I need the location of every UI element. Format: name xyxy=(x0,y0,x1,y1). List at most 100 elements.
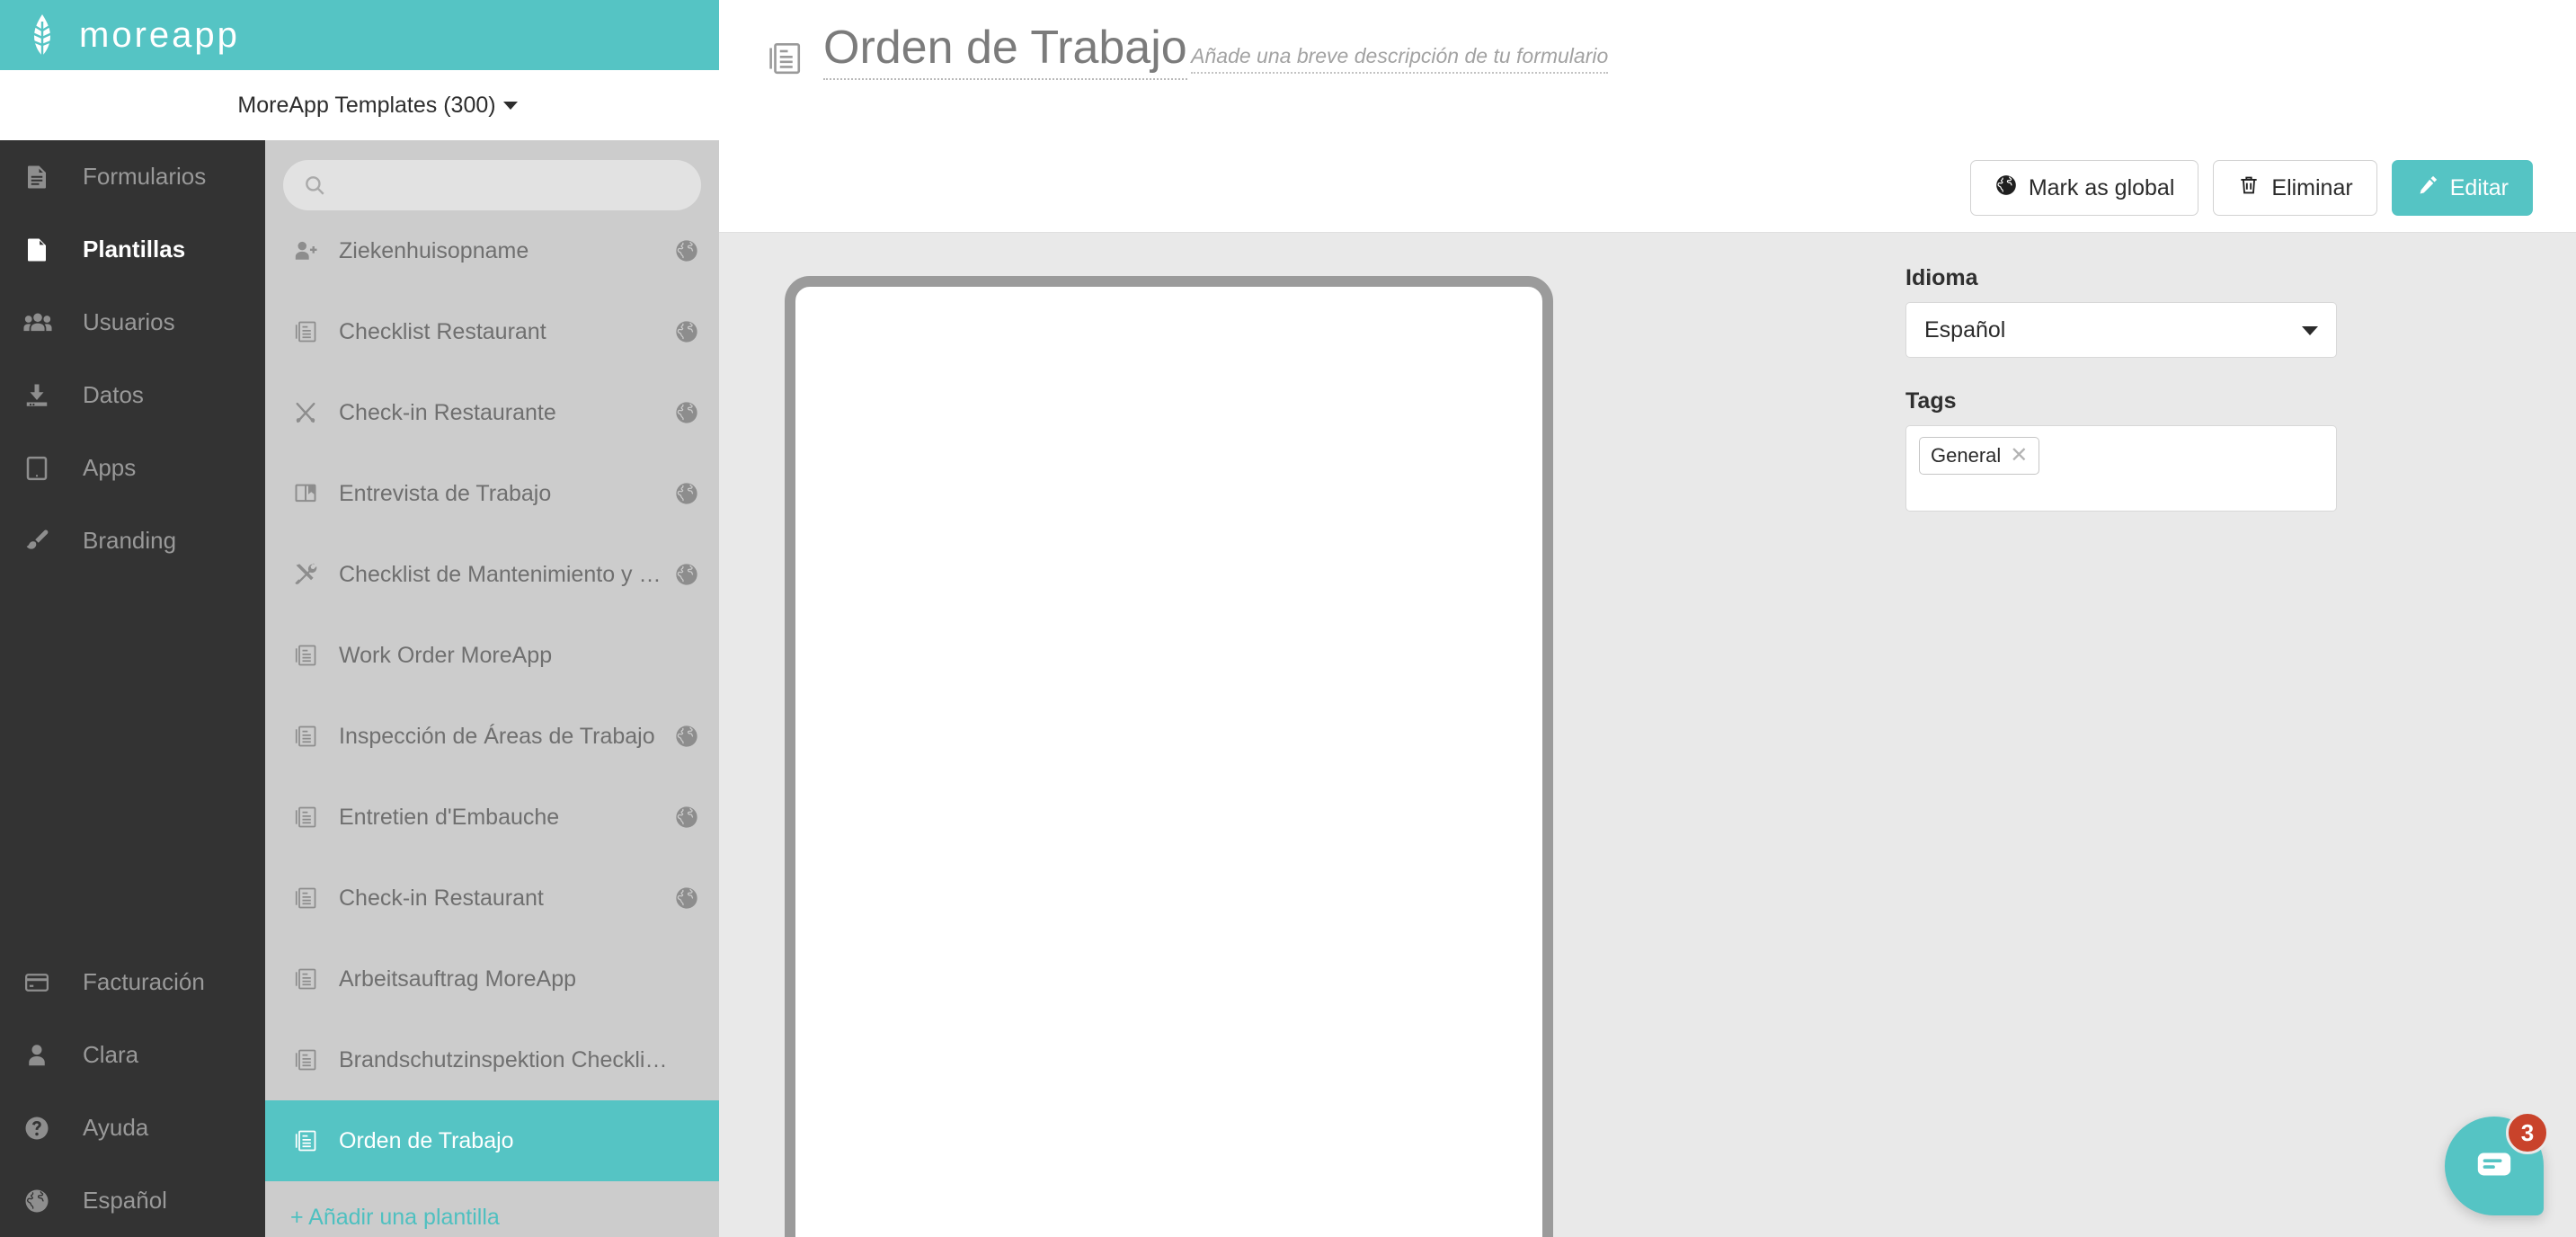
template-list-item-label: Ziekenhuisopname xyxy=(339,237,529,263)
sidebar-item-branding[interactable]: Branding xyxy=(0,504,265,577)
template-list-item[interactable]: Inspección de Áreas de Trabajo xyxy=(265,696,719,777)
document-lines-icon xyxy=(23,164,65,191)
delete-label: Eliminar xyxy=(2271,174,2353,200)
tablet-icon xyxy=(23,455,65,482)
tags-section: Tags General ✕ xyxy=(1905,388,2337,512)
template-list-item-label: Check-in Restaurante xyxy=(339,399,556,425)
globe-icon xyxy=(1994,174,2018,203)
chevron-down-icon xyxy=(2302,326,2318,335)
preview-column xyxy=(719,233,1618,1237)
user-icon xyxy=(23,1042,65,1069)
template-list-item[interactable]: Entrevista de Trabajo xyxy=(265,453,719,534)
template-list-item[interactable]: Orden de Trabajo xyxy=(265,1100,719,1181)
checklist-icon xyxy=(290,885,321,911)
sidebar-item-facturacion[interactable]: Facturación xyxy=(0,946,265,1019)
template-list-item-label: Check-in Restaurant xyxy=(339,885,544,911)
sidebar-item-espanol[interactable]: Español xyxy=(0,1164,265,1237)
template-list-item[interactable]: Brandschutzinspektion Checkliste xyxy=(265,1019,719,1100)
sidebar-item-clara[interactable]: Clara xyxy=(0,1019,265,1091)
global-globe-icon xyxy=(674,724,701,749)
tag-chip[interactable]: General ✕ xyxy=(1919,437,2040,475)
checklist-icon xyxy=(766,40,804,82)
template-list-panel: Ziekenhuisopname Checklist Restaurant Chec… xyxy=(265,140,719,1237)
sidebar-item-label: Datos xyxy=(83,381,144,408)
global-globe-icon xyxy=(674,319,701,344)
sidebar-item-label: Apps xyxy=(83,454,137,481)
sidebar-item-datos[interactable]: Datos xyxy=(0,359,265,432)
account-bar: MoreApp Templates (300) xyxy=(0,70,719,140)
sidebar-item-label: Plantillas xyxy=(83,236,186,263)
app-root: moreapp MoreApp Templates (300) Formular… xyxy=(0,0,2576,1237)
sidebar-item-label: Usuarios xyxy=(83,308,175,335)
template-list: Ziekenhuisopname Checklist Restaurant Chec… xyxy=(265,210,719,1181)
template-list-item-label: Checklist de Mantenimiento y Re... xyxy=(339,561,674,587)
download-icon xyxy=(23,382,65,409)
global-globe-icon xyxy=(674,238,701,263)
template-list-item-label: Arbeitsauftrag MoreApp xyxy=(339,966,577,992)
sidebar-bottom-group: Facturación Clara Ayuda Español xyxy=(0,946,265,1237)
brand-wordmark: moreapp xyxy=(79,14,240,55)
edit-label: Editar xyxy=(2449,174,2509,200)
language-label: Idioma xyxy=(1905,265,1978,290)
template-list-item[interactable]: Work Order MoreApp xyxy=(265,615,719,696)
chat-unread-badge: 3 xyxy=(2506,1111,2549,1154)
page-title[interactable]: Orden de Trabajo xyxy=(823,23,1187,80)
sidebar-item-apps[interactable]: Apps xyxy=(0,432,265,504)
search-box[interactable] xyxy=(283,160,701,210)
close-icon[interactable]: ✕ xyxy=(2010,445,2028,467)
chat-launcher-button[interactable]: 3 xyxy=(2445,1111,2549,1215)
template-list-item[interactable]: Check-in Restaurant xyxy=(265,858,719,939)
delete-button[interactable]: Eliminar xyxy=(2213,160,2377,216)
sidebar-item-ayuda[interactable]: Ayuda xyxy=(0,1091,265,1164)
sidebar-item-formularios[interactable]: Formularios xyxy=(0,140,265,213)
tag-label: General xyxy=(1931,444,2002,467)
global-globe-icon xyxy=(674,481,701,506)
sidebar-item-plantillas[interactable]: Plantillas xyxy=(0,213,265,286)
sidebar-item-label: Clara xyxy=(83,1041,139,1068)
language-value: Español xyxy=(1924,316,2006,343)
search-icon xyxy=(303,174,326,197)
sidebar: Formularios Plantillas Usuarios Datos Ap… xyxy=(0,140,265,1237)
title-row: Orden de Trabajo Añade una breve descrip… xyxy=(766,23,2576,82)
template-list-item[interactable]: Ziekenhuisopname xyxy=(265,210,719,291)
page-description[interactable]: Añade una breve descripción de tu formul… xyxy=(1191,44,1609,74)
template-list-item[interactable]: Arbeitsauftrag MoreApp xyxy=(265,939,719,1019)
book-icon xyxy=(290,481,321,506)
action-bar: Mark as global Eliminar Editar xyxy=(1969,160,2533,216)
question-circle-icon xyxy=(23,1115,65,1142)
mark-as-global-label: Mark as global xyxy=(2028,174,2175,200)
global-globe-icon xyxy=(674,400,701,425)
search-input[interactable] xyxy=(326,173,701,198)
template-list-item[interactable]: Entretien d'Embauche xyxy=(265,777,719,858)
template-list-item-label: Checklist Restaurant xyxy=(339,318,546,344)
mark-as-global-button[interactable]: Mark as global xyxy=(1969,160,2199,216)
global-globe-icon xyxy=(674,562,701,587)
sidebar-item-label: Branding xyxy=(83,527,177,554)
template-list-item-label: Orden de Trabajo xyxy=(339,1127,514,1153)
brand-bar: moreapp xyxy=(0,0,719,70)
language-select[interactable]: Español xyxy=(1905,302,2337,358)
leaf-logo-icon xyxy=(23,14,61,56)
form-preview-frame xyxy=(784,276,1553,1237)
tags-label: Tags xyxy=(1905,388,1957,414)
account-selector-label: MoreApp Templates (300) xyxy=(237,92,496,118)
settings-column: Idioma Español Tags General ✕ xyxy=(1618,233,2337,1237)
account-selector[interactable]: MoreApp Templates (300) xyxy=(237,92,518,119)
tags-input[interactable]: General ✕ xyxy=(1905,425,2337,512)
template-list-item[interactable]: Checklist Restaurant xyxy=(265,291,719,372)
edit-button[interactable]: Editar xyxy=(2391,160,2533,216)
main-content: Orden de Trabajo Añade una breve descrip… xyxy=(719,0,2576,1237)
sidebar-item-label: Ayuda xyxy=(83,1114,149,1141)
sidebar-item-label: Español xyxy=(83,1187,167,1214)
global-globe-icon xyxy=(674,805,701,830)
add-template-button[interactable]: + Añadir una plantilla xyxy=(265,1181,719,1231)
chat-bubble-icon xyxy=(2474,1144,2515,1189)
sidebar-item-usuarios[interactable]: Usuarios xyxy=(0,286,265,359)
credit-card-icon xyxy=(23,969,65,996)
user-plus-icon xyxy=(290,239,321,263)
template-list-item[interactable]: Checklist de Mantenimiento y Re... xyxy=(265,534,719,615)
template-list-item[interactable]: Check-in Restaurante xyxy=(265,372,719,453)
tools-icon xyxy=(290,562,321,587)
pencil-icon xyxy=(2416,174,2439,203)
trash-icon xyxy=(2237,174,2261,203)
